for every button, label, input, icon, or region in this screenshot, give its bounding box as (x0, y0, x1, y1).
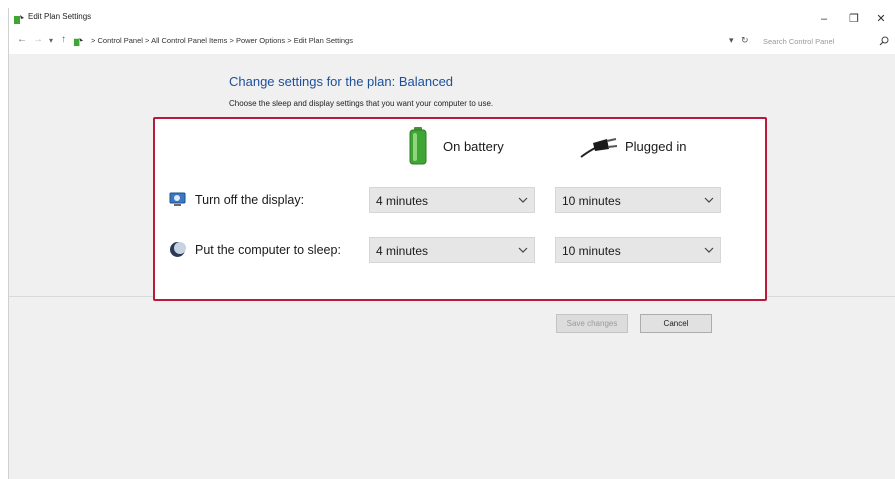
breadcrumb-edit-plan-settings[interactable]: Edit Plan Settings (294, 36, 353, 45)
breadcrumb-all-items[interactable]: All Control Panel Items (151, 36, 227, 45)
sleep-label: Put the computer to sleep: (195, 243, 341, 257)
control-panel-icon (73, 37, 84, 47)
power-plan-icon (14, 15, 24, 24)
forward-button[interactable]: → (33, 34, 43, 45)
chevron-down-icon (704, 247, 714, 253)
address-dropdown-button[interactable]: ▾ (729, 35, 734, 46)
window-title: Edit Plan Settings (28, 12, 92, 21)
page-title: Change settings for the plan: Balanced (229, 74, 454, 89)
up-button[interactable]: ↑ (61, 34, 66, 45)
main-content: Change settings for the plan: Balanced C… (9, 54, 895, 479)
breadcrumb-separator: > (145, 36, 150, 45)
title-bar: Edit Plan Settings – ❐ ✕ (9, 8, 895, 30)
turn-off-display-label: Turn off the display: (195, 193, 305, 207)
display-plugged-value: 10 minutes (562, 194, 621, 208)
breadcrumb-power-options[interactable]: Power Options (236, 36, 285, 45)
breadcrumb-separator: > (287, 36, 292, 45)
breadcrumb-separator: > (229, 36, 234, 45)
minimize-button[interactable]: – (809, 8, 839, 30)
breadcrumb-control-panel[interactable]: Control Panel (97, 36, 142, 45)
search-input[interactable]: Search Control Panel (755, 33, 875, 50)
recent-locations-button[interactable]: ▾ (49, 36, 53, 45)
address-bar: ← → ▾ ↑ > Control Panel > All Control Pa… (9, 30, 895, 54)
edit-plan-settings-window: Edit Plan Settings – ❐ ✕ ← → ▾ ↑ > Contr… (8, 8, 895, 479)
breadcrumb-separator: > (91, 36, 96, 45)
chevron-down-icon (518, 247, 528, 253)
monitor-icon (169, 192, 186, 206)
display-battery-select[interactable]: 4 minutes (369, 187, 535, 213)
moon-icon (170, 242, 186, 257)
page-subtitle: Choose the sleep and display settings th… (229, 99, 494, 108)
sleep-battery-select[interactable]: 4 minutes (369, 237, 535, 263)
sleep-plugged-value: 10 minutes (562, 244, 621, 258)
plug-icon (580, 138, 618, 158)
chevron-down-icon (704, 197, 714, 203)
settings-panel: On battery Plugged in Turn off the displ… (153, 117, 767, 301)
cancel-button[interactable]: Cancel (640, 314, 712, 333)
sleep-battery-value: 4 minutes (376, 244, 429, 258)
display-battery-value: 4 minutes (376, 194, 429, 208)
search-icon[interactable] (879, 36, 889, 46)
back-button[interactable]: ← (17, 34, 27, 45)
plugged-in-header: Plugged in (625, 139, 687, 154)
sleep-plugged-select[interactable]: 10 minutes (555, 237, 721, 263)
refresh-button[interactable]: ↻ (741, 35, 749, 46)
breadcrumb: > Control Panel > All Control Panel Item… (91, 36, 353, 45)
close-button[interactable]: ✕ (866, 8, 895, 30)
maximize-button[interactable]: ❐ (839, 8, 869, 30)
chevron-down-icon (518, 197, 528, 203)
battery-icon (409, 127, 427, 165)
save-changes-button[interactable]: Save changes (556, 314, 628, 333)
display-plugged-select[interactable]: 10 minutes (555, 187, 721, 213)
on-battery-header: On battery (443, 139, 504, 154)
search-placeholder: Search Control Panel (763, 37, 835, 46)
